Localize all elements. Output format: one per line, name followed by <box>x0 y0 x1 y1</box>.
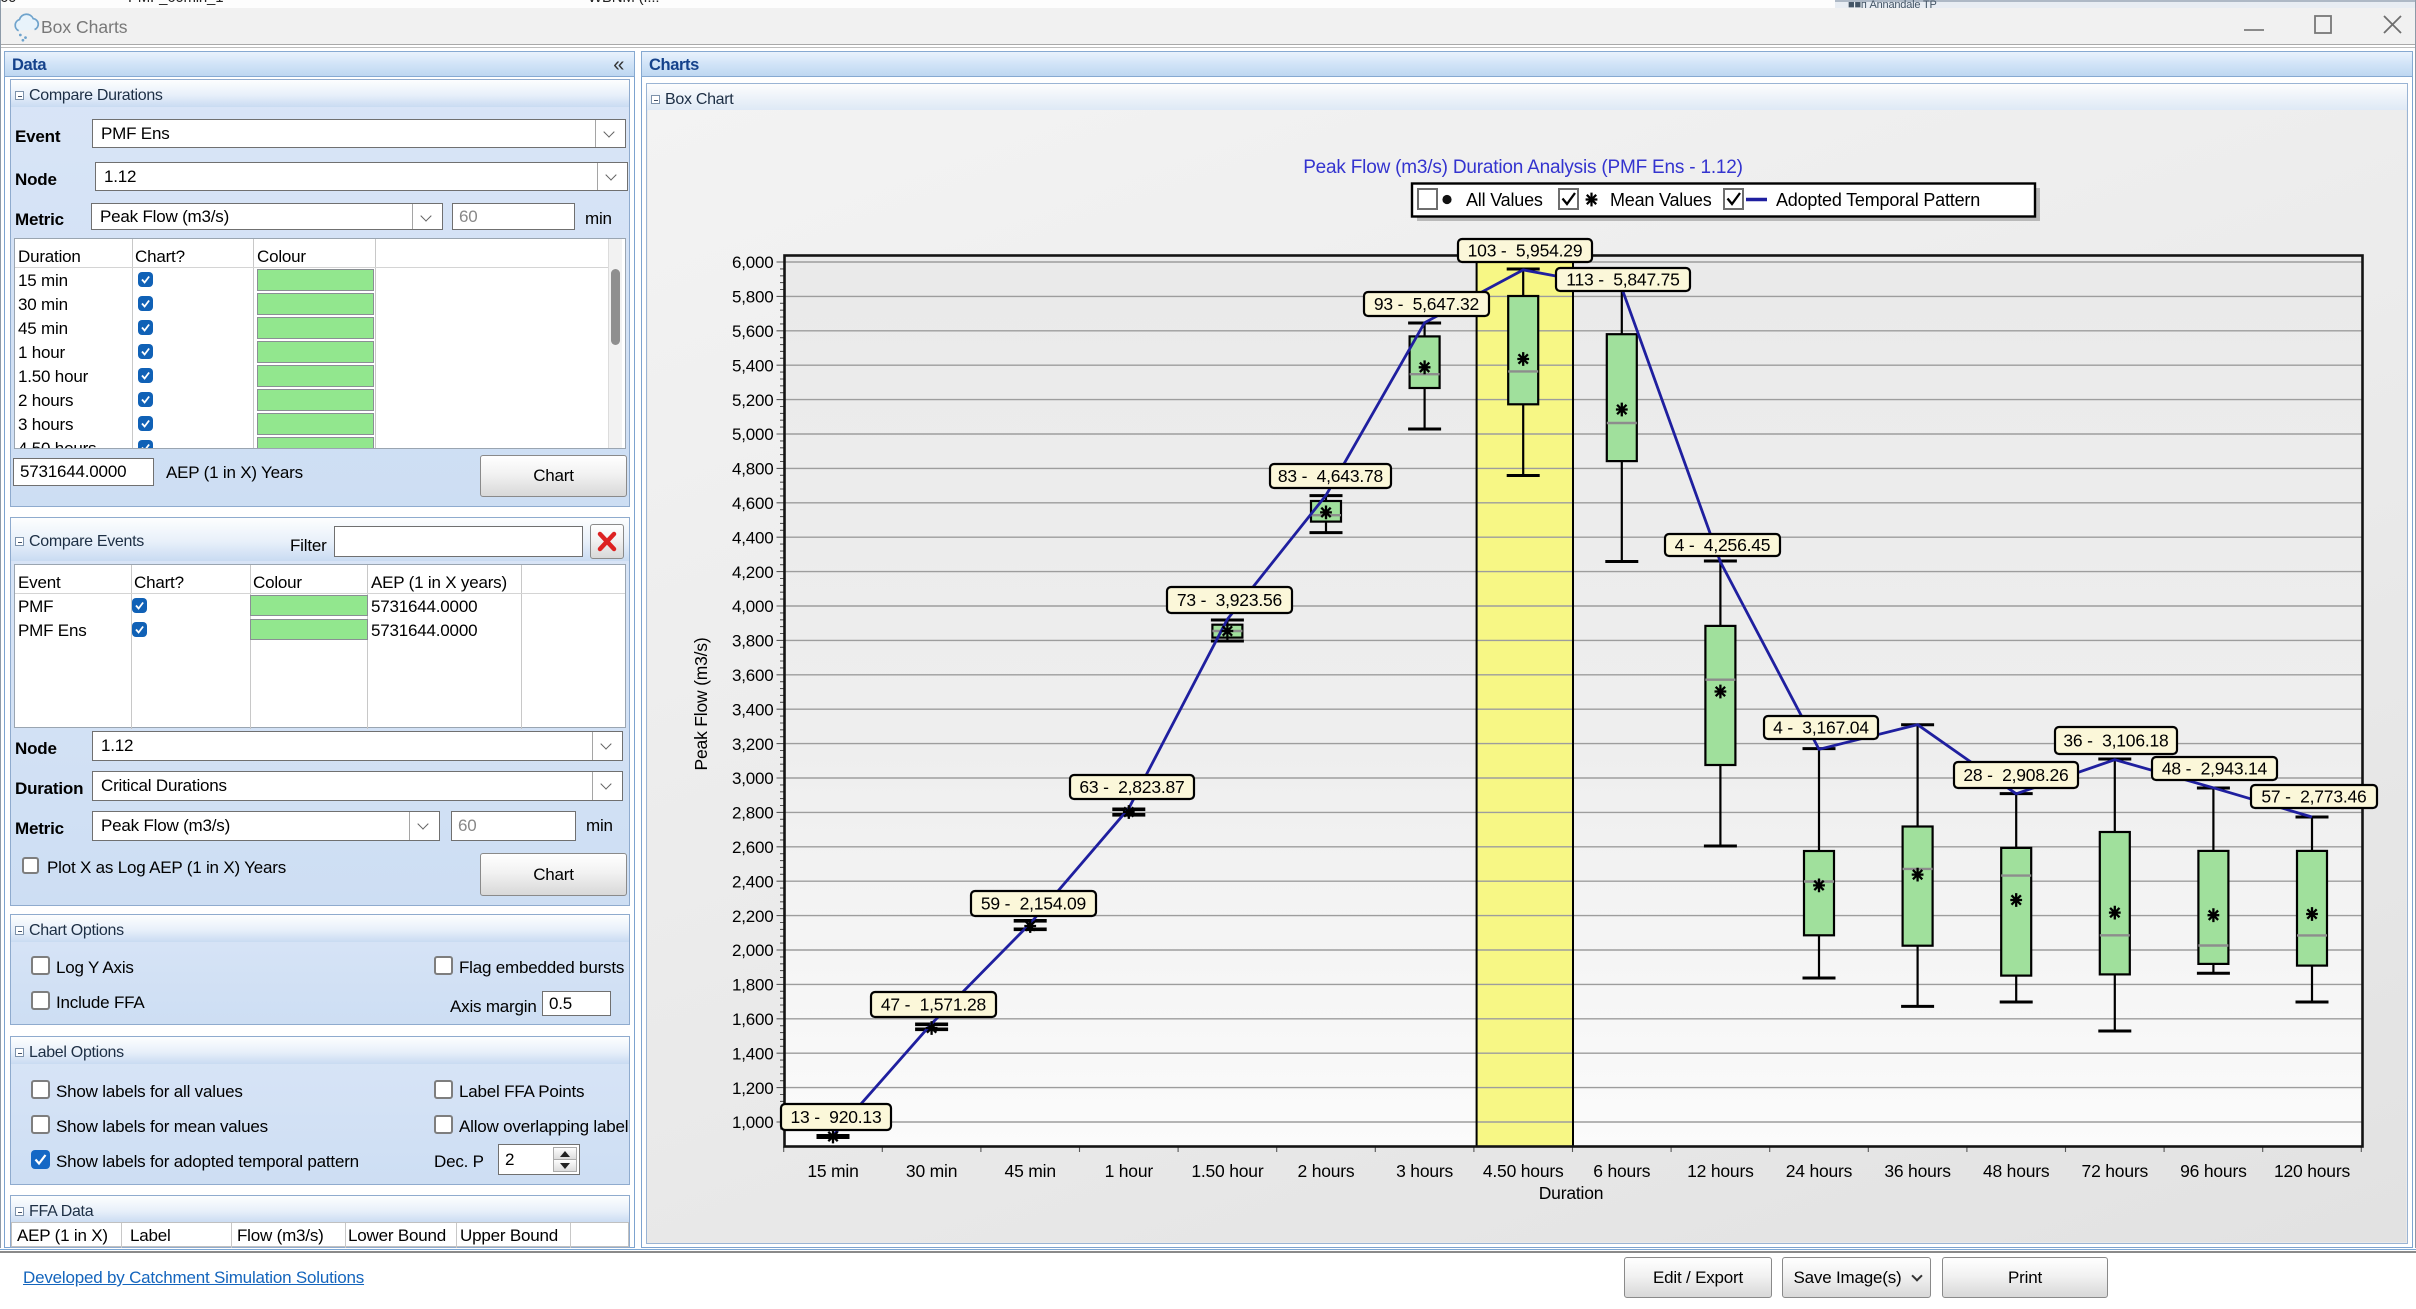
svg-text:120 hours: 120 hours <box>2274 1161 2350 1181</box>
svg-text:47 - 1,571.28: 47 - 1,571.28 <box>881 995 986 1015</box>
svg-text:57 - 2,773.46: 57 - 2,773.46 <box>2261 787 2366 807</box>
svg-text:4,600: 4,600 <box>732 494 774 513</box>
svg-text:36 hours: 36 hours <box>1884 1161 1951 1181</box>
svg-text:4 - 4,256.45: 4 - 4,256.45 <box>1675 535 1771 555</box>
svg-text:63 - 2,823.87: 63 - 2,823.87 <box>1079 777 1184 797</box>
svg-text:28 - 2,908.26: 28 - 2,908.26 <box>1963 765 2068 785</box>
svg-text:4,000: 4,000 <box>732 597 774 616</box>
svg-text:3 hours: 3 hours <box>1396 1161 1453 1181</box>
svg-text:48 - 2,943.14: 48 - 2,943.14 <box>2162 759 2268 779</box>
svg-text:3,000: 3,000 <box>732 769 774 788</box>
svg-text:Adopted Temporal Pattern: Adopted Temporal Pattern <box>1776 190 1980 210</box>
svg-text:73 - 3,923.56: 73 - 3,923.56 <box>1177 590 1282 610</box>
svg-text:96 hours: 96 hours <box>2180 1161 2247 1181</box>
svg-text:103 - 5,954.29: 103 - 5,954.29 <box>1468 241 1583 261</box>
svg-text:3,800: 3,800 <box>732 632 774 651</box>
svg-text:12 hours: 12 hours <box>1687 1161 1754 1181</box>
svg-text:2,000: 2,000 <box>732 941 774 960</box>
svg-text:72 hours: 72 hours <box>2082 1161 2149 1181</box>
svg-text:93 - 5,647.32: 93 - 5,647.32 <box>1374 294 1479 314</box>
svg-text:1 hour: 1 hour <box>1105 1161 1154 1181</box>
svg-text:2,200: 2,200 <box>732 907 774 926</box>
svg-text:1,600: 1,600 <box>732 1010 774 1029</box>
svg-text:All Values: All Values <box>1466 190 1543 210</box>
svg-text:1,800: 1,800 <box>732 976 774 995</box>
svg-text:4,200: 4,200 <box>732 563 774 582</box>
svg-text:24 hours: 24 hours <box>1786 1161 1853 1181</box>
svg-text:113 - 5,847.75: 113 - 5,847.75 <box>1566 270 1679 290</box>
svg-text:Peak Flow (m3/s) Duration Anal: Peak Flow (m3/s) Duration Analysis (PMF … <box>1303 157 1743 178</box>
svg-text:1.50 hour: 1.50 hour <box>1191 1161 1264 1181</box>
svg-text:Peak Flow (m3/s): Peak Flow (m3/s) <box>691 638 711 771</box>
svg-text:45 min: 45 min <box>1005 1161 1056 1181</box>
svg-text:5,400: 5,400 <box>732 356 774 375</box>
svg-text:3,600: 3,600 <box>732 666 774 685</box>
svg-text:48 hours: 48 hours <box>1983 1161 2050 1181</box>
svg-text:30 min: 30 min <box>906 1161 957 1181</box>
svg-text:59 - 2,154.09: 59 - 2,154.09 <box>981 894 1086 914</box>
svg-text:5,000: 5,000 <box>732 425 774 444</box>
svg-text:2,600: 2,600 <box>732 838 774 857</box>
svg-text:3,200: 3,200 <box>732 735 774 754</box>
svg-text:13 - 920.13: 13 - 920.13 <box>790 1107 881 1127</box>
svg-text:36 - 3,106.18: 36 - 3,106.18 <box>2063 731 2168 751</box>
svg-text:15 min: 15 min <box>807 1161 858 1181</box>
svg-text:1,200: 1,200 <box>732 1079 774 1098</box>
svg-text:83 - 4,643.78: 83 - 4,643.78 <box>1278 466 1383 486</box>
svg-text:6 hours: 6 hours <box>1593 1161 1650 1181</box>
svg-text:4,400: 4,400 <box>732 528 774 547</box>
svg-text:4 - 3,167.04: 4 - 3,167.04 <box>1773 718 1869 738</box>
svg-text:4,800: 4,800 <box>732 460 774 479</box>
svg-text:3,400: 3,400 <box>732 700 774 719</box>
svg-text:5,600: 5,600 <box>732 322 774 341</box>
svg-text:2,400: 2,400 <box>732 872 774 891</box>
svg-text:1,400: 1,400 <box>732 1044 774 1063</box>
svg-text:Duration: Duration <box>1539 1183 1604 1203</box>
svg-text:6,000: 6,000 <box>732 253 774 272</box>
svg-text:4.50 hours: 4.50 hours <box>1483 1161 1564 1181</box>
svg-text:2 hours: 2 hours <box>1298 1161 1355 1181</box>
svg-text:1,000: 1,000 <box>732 1113 774 1132</box>
svg-text:5,800: 5,800 <box>732 288 774 307</box>
svg-text:5,200: 5,200 <box>732 391 774 410</box>
svg-text:Mean Values: Mean Values <box>1610 190 1712 210</box>
svg-text:2,800: 2,800 <box>732 804 774 823</box>
